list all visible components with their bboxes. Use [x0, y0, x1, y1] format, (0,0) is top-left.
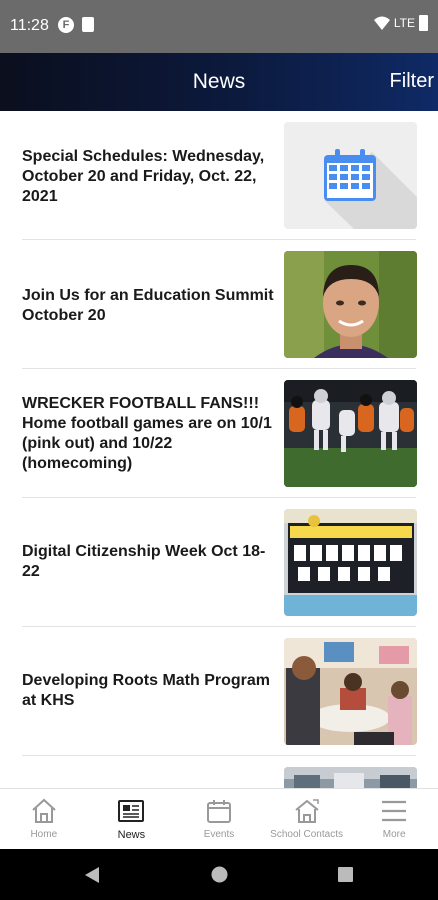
home-icon	[32, 798, 56, 823]
wifi-icon	[373, 16, 390, 30]
nav-label: School Contacts	[270, 829, 343, 840]
notification-app-icon: F	[58, 17, 74, 33]
app-header: News Filter	[0, 53, 438, 111]
news-thumbnail	[284, 767, 417, 788]
news-item[interactable]: Special Schedules: Wednesday, October 20…	[0, 111, 438, 240]
news-thumbnail	[284, 251, 417, 358]
nav-label: Events	[203, 829, 235, 840]
filter-button[interactable]: Filter	[390, 70, 434, 93]
battery-icon	[419, 15, 428, 31]
nav-tab-more[interactable]: More	[350, 789, 438, 849]
calendar-icon	[284, 122, 417, 229]
news-item[interactable]: Digital Citizenship Week Oct 18-22	[0, 498, 438, 627]
network-label: LTE	[393, 16, 415, 30]
news-thumbnail	[284, 122, 417, 229]
system-nav-bar	[0, 849, 438, 900]
nav-tab-events[interactable]: Events	[175, 789, 263, 849]
bulletin-board-photo	[284, 509, 417, 616]
menu-icon	[382, 800, 407, 822]
news-item[interactable]	[0, 756, 438, 788]
status-bar: 11:28 F LTE	[0, 0, 438, 53]
football-photo	[284, 380, 417, 487]
recents-icon[interactable]	[338, 867, 353, 882]
status-time: 11:28	[10, 17, 49, 34]
news-item-title: Special Schedules: Wednesday, October 20…	[22, 148, 265, 205]
news-icon	[118, 800, 145, 822]
news-thumbnail	[284, 380, 417, 487]
home-button-icon[interactable]	[211, 866, 228, 883]
page-title: News	[192, 70, 246, 93]
news-item-title: Digital Citizenship Week Oct 18-22	[22, 543, 266, 580]
nav-tab-home[interactable]: Home	[0, 789, 88, 849]
bottom-nav: Home News Events School Contacts More	[0, 788, 438, 849]
nav-label: Home	[30, 829, 58, 840]
sim-card-icon	[82, 17, 94, 32]
news-item-title: WRECKER FOOTBALL FANS!!! Home football g…	[22, 395, 272, 472]
nav-tab-news[interactable]: News	[88, 789, 176, 849]
classroom-photo	[284, 638, 417, 745]
calendar-icon	[206, 800, 231, 823]
news-item[interactable]: WRECKER FOOTBALL FANS!!! Home football g…	[0, 369, 438, 498]
news-item[interactable]: Developing Roots Math Program at KHS	[0, 627, 438, 756]
nav-label: More	[382, 829, 406, 840]
news-item[interactable]: Join Us for an Education Summit October …	[0, 240, 438, 369]
news-item-title: Join Us for an Education Summit October …	[22, 287, 274, 324]
news-thumbnail	[284, 509, 417, 616]
portrait-photo	[284, 251, 417, 358]
nav-tab-school-contacts[interactable]: School Contacts	[263, 789, 351, 849]
news-item-title: Developing Roots Math Program at KHS	[22, 672, 271, 709]
status-indicators: LTE	[373, 15, 428, 31]
news-list[interactable]: Special Schedules: Wednesday, October 20…	[0, 111, 438, 788]
partial-photo	[284, 767, 417, 788]
nav-label: News	[117, 829, 146, 841]
news-thumbnail	[284, 638, 417, 745]
school-contacts-icon	[294, 799, 319, 823]
back-icon[interactable]	[84, 866, 100, 884]
